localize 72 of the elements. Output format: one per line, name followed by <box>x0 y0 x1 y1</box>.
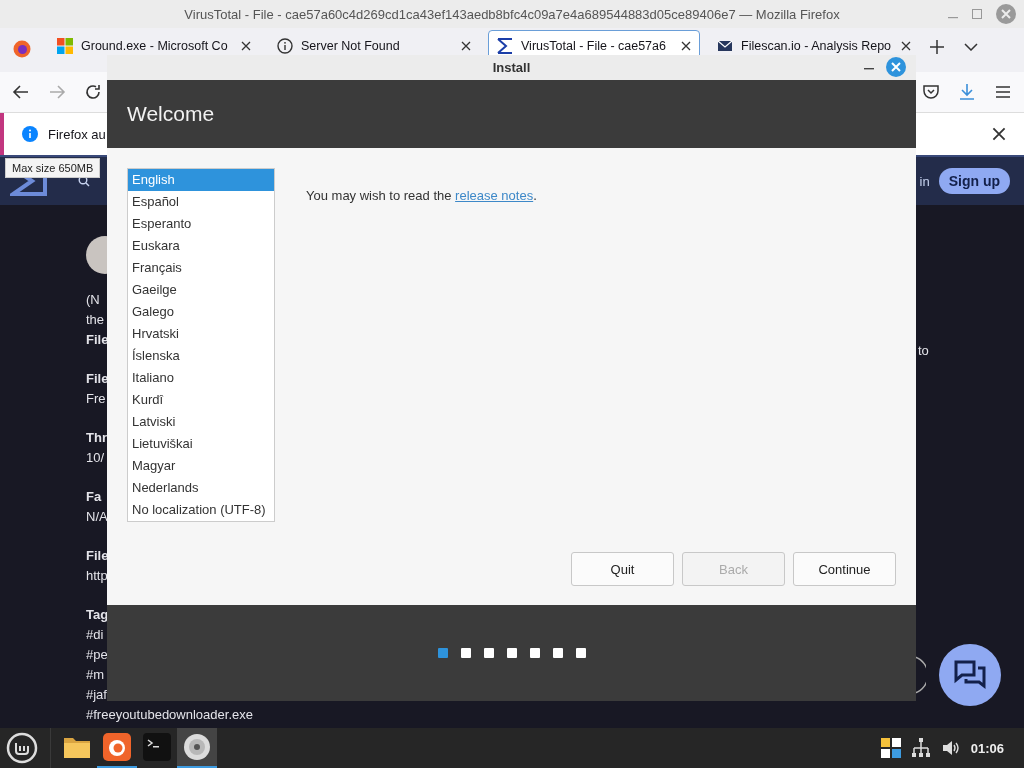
language-item[interactable]: Esperanto <box>128 213 274 235</box>
clock: 01:06 <box>970 740 1004 756</box>
language-item[interactable]: Français <box>128 257 274 279</box>
page-text: Fa <box>86 488 102 506</box>
volume-icon[interactable] <box>940 738 961 758</box>
page-text: 10/ <box>86 449 105 467</box>
page-text: File <box>86 331 109 349</box>
page-text: the <box>86 311 105 329</box>
tooltip: Max size 650MB <box>5 158 101 178</box>
back-icon[interactable] <box>12 83 30 101</box>
firefox-icon[interactable] <box>103 733 131 761</box>
page-text: #pe <box>86 646 108 664</box>
page-text: to <box>918 343 929 358</box>
dialog-title: Install <box>492 60 531 75</box>
language-item[interactable]: Latviski <box>128 411 274 433</box>
language-item[interactable]: No localization (UTF-8) <box>128 499 274 521</box>
close-icon[interactable] <box>992 127 1006 141</box>
close-icon[interactable] <box>461 41 471 51</box>
disc-icon[interactable] <box>183 733 211 761</box>
network-icon[interactable] <box>910 738 931 758</box>
language-item[interactable]: Euskara <box>128 235 274 257</box>
plus-icon[interactable] <box>930 40 944 54</box>
browser-tab[interactable]: Server Not Found <box>268 30 480 62</box>
language-item[interactable]: Gaeilge <box>128 279 274 301</box>
page-text: File <box>86 547 109 565</box>
close-icon[interactable] <box>901 41 911 51</box>
info-icon <box>22 126 38 142</box>
dialog-button[interactable]: Quit <box>571 552 674 586</box>
terminal-icon[interactable] <box>143 733 171 761</box>
page-text: #jaf <box>86 686 107 704</box>
language-item[interactable]: Hrvatski <box>128 323 274 345</box>
firefox-icon[interactable] <box>13 40 31 58</box>
pocket-icon[interactable] <box>922 83 940 101</box>
notification-text: Firefox au <box>48 126 106 142</box>
sign-up-button[interactable]: Sign up <box>938 168 1010 194</box>
language-item[interactable]: Lietuviškai <box>128 433 274 455</box>
dialog-button[interactable]: Continue <box>793 552 896 586</box>
sigma-icon <box>497 38 513 54</box>
info-icon <box>277 38 293 54</box>
language-item[interactable]: Íslenska <box>128 345 274 367</box>
page-text: Fre <box>86 390 106 408</box>
close-icon[interactable] <box>681 41 691 51</box>
release-notes-text: You may wish to read the release notes. <box>306 188 538 203</box>
language-item[interactable]: Español <box>128 191 274 213</box>
language-item[interactable]: Kurdî <box>128 389 274 411</box>
page-text: (N <box>86 291 100 309</box>
page-text: N/A <box>86 508 108 526</box>
page-text: File <box>86 370 109 388</box>
sign-in-link[interactable]: in <box>919 173 930 189</box>
windows-logo-icon <box>57 38 73 54</box>
language-item[interactable]: Magyar <box>128 455 274 477</box>
download-icon[interactable] <box>958 83 976 101</box>
menu-icon[interactable] <box>994 83 1012 101</box>
browser-tab[interactable]: Ground.exe - Microsoft Co <box>48 30 260 62</box>
chat-icon <box>954 660 986 690</box>
color-grid-icon[interactable] <box>880 738 901 758</box>
page-text: Tag <box>86 606 109 624</box>
envelope-icon <box>717 38 733 54</box>
window-title: VirusTotal - File - cae57a60c4d269cd1ca43ef143aedb8bfc4c09a7e4a689544883d05ce89406e7 — Mozilla Firefox <box>184 6 840 22</box>
language-item[interactable]: Italiano <box>128 367 274 389</box>
language-item[interactable]: Nederlands <box>128 477 274 499</box>
page-text: #di <box>86 626 104 644</box>
reload-icon[interactable] <box>84 83 102 101</box>
mint-logo-icon[interactable] <box>6 732 38 764</box>
chevron-down-icon[interactable] <box>964 43 978 51</box>
close-icon[interactable] <box>241 41 251 51</box>
language-item[interactable]: Galego <box>128 301 274 323</box>
page-text: #freeyoutubedownloader.exe <box>86 706 253 724</box>
page-heading: Welcome <box>127 102 215 126</box>
page-text: #m <box>86 666 105 684</box>
page-text: http <box>86 567 108 585</box>
page-text: Thr <box>86 429 107 447</box>
